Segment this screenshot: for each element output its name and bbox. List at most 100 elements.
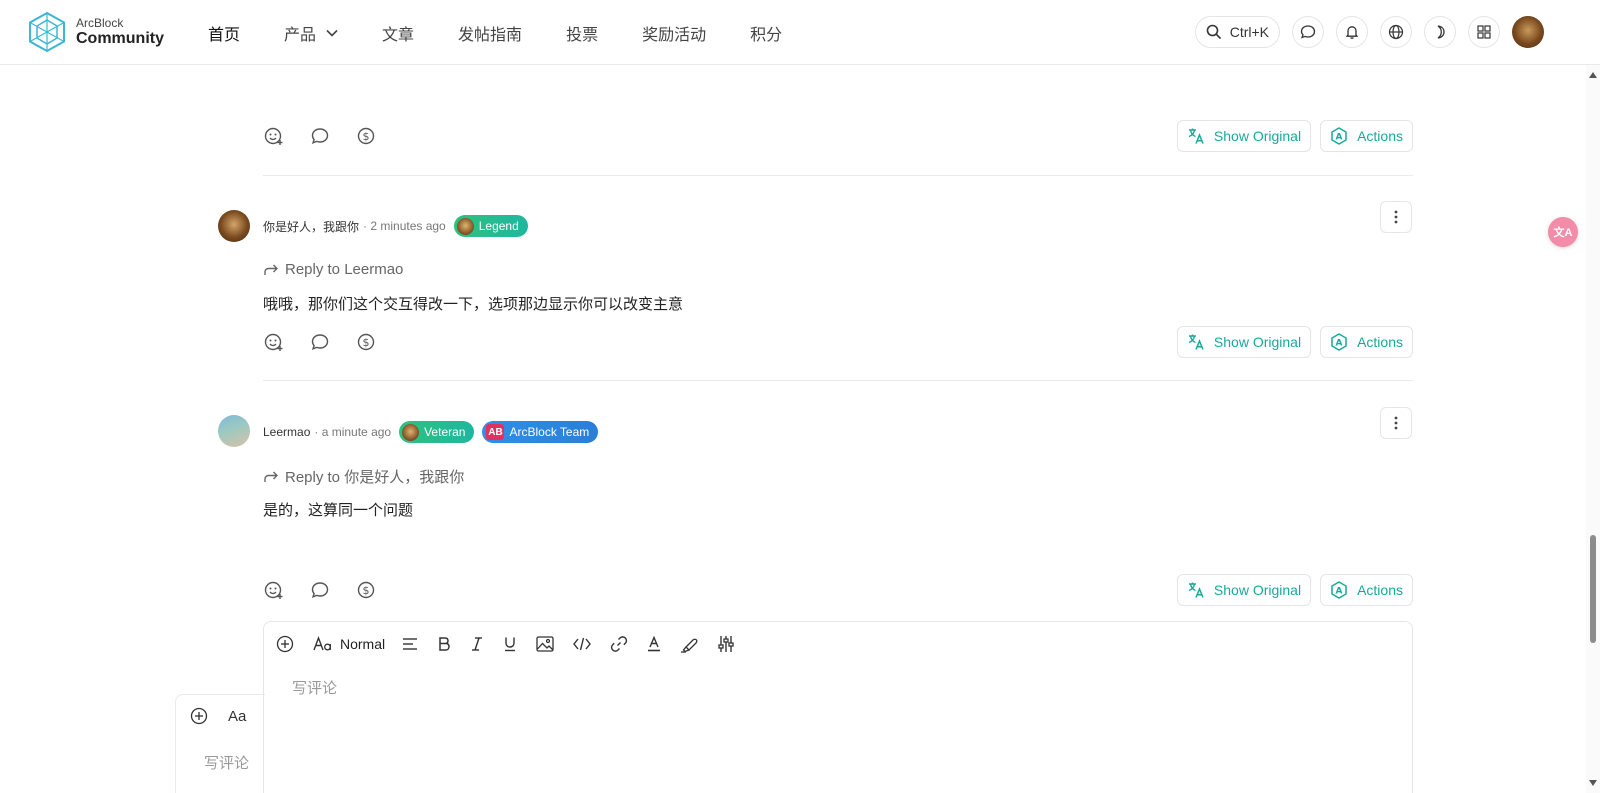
language-button[interactable] [1380,16,1412,48]
svg-text:$: $ [363,130,370,143]
ai-hexagon-icon: A [1331,127,1347,145]
comment-body: 哦哦，那你们这个交互得改一下，选项那边显示你可以改变主意 [263,296,684,313]
tip-dollar-icon[interactable]: $ [355,579,377,601]
italic-button[interactable] [470,632,484,656]
show-original-button[interactable]: Show Original [1176,574,1312,606]
comment-header: 你是好人，我跟你 · 2 minutes ago Legend [263,215,528,237]
actions-button[interactable]: A Actions [1320,574,1413,606]
show-original-label: Show Original [1213,128,1302,144]
add-reaction-icon[interactable] [263,331,285,353]
nav-item-voting[interactable]: 投票 [566,21,598,45]
notifications-button[interactable] [1336,16,1368,48]
code-button[interactable] [573,632,592,656]
insert-link-button[interactable] [610,632,628,656]
actions-label: Actions [1357,128,1403,144]
reply-to-label: Reply to 你是好人，我跟你 [285,469,465,486]
ai-hexagon-icon: A [1331,581,1347,599]
insert-button[interactable] [276,632,294,656]
text-style-button[interactable] [313,632,333,656]
arcblock-logo-icon [29,11,65,53]
apps-icon [1477,25,1491,39]
link-icon [611,636,628,652]
show-original-button[interactable]: Show Original [1176,326,1312,358]
top-header: ArcBlock Community 首页 产品 文章 发帖指南 投票 奖励活动… [0,0,1600,65]
site-logo[interactable]: ArcBlock Community [26,11,164,53]
messages-button[interactable] [1292,16,1324,48]
underline-button[interactable] [503,632,517,656]
actions-button[interactable]: A Actions [1320,120,1413,152]
reply-chat-icon[interactable] [309,125,331,147]
reply-arrow-icon [264,264,278,275]
nav-item-home[interactable]: 首页 [208,21,240,45]
comment-body: 是的，这算同一个问题 [263,502,414,519]
comment-author-avatar[interactable] [218,210,250,242]
comment-divider [263,380,1413,381]
nav-item-points[interactable]: 积分 [750,21,782,45]
bold-button[interactable] [437,632,451,656]
text-color-button[interactable] [647,632,661,656]
comment-editor-input[interactable]: 写评论 [292,677,337,698]
add-reaction-icon[interactable] [263,579,285,601]
reply-to-link[interactable]: Reply to Leermao [263,261,403,278]
editor-toolbar: Normal [264,622,1412,666]
background-editor-placeholder: 写评论 [204,755,250,772]
scroll-down-arrow-icon[interactable] [1589,780,1597,786]
highlight-button[interactable] [680,632,698,656]
reply-chat-icon[interactable] [309,579,331,601]
reply-to-link[interactable]: Reply to 你是好人，我跟你 [263,466,464,487]
align-button[interactable] [402,632,418,656]
background-editor-toolbar: Aa [190,707,246,725]
insert-image-button[interactable] [536,632,554,656]
tip-dollar-icon[interactable]: $ [355,331,377,353]
veteran-badge-icon [402,423,420,441]
scroll-up-arrow-icon[interactable] [1589,72,1597,78]
italic-icon [472,637,483,651]
globe-icon [1388,24,1404,40]
badge-label: Veteran [424,425,466,439]
format-settings-button[interactable] [717,632,735,656]
translate-floating-button[interactable]: 文A [1548,217,1578,247]
show-original-button[interactable]: Show Original [1176,120,1312,152]
search-icon [1206,24,1221,40]
user-avatar[interactable] [1512,16,1544,48]
comment-more-button[interactable] [1380,201,1412,233]
nav-item-label: 产品 [284,26,317,44]
paragraph-style-select[interactable]: Normal [340,632,385,656]
theme-toggle-button[interactable] [1424,16,1456,48]
comment-editor: Normal 写评论 [263,621,1413,793]
nav-item-rewards[interactable]: 奖励活动 [642,21,706,45]
font-size-icon [313,636,331,651]
reply-to-label: Reply to Leermao [285,261,404,278]
search-shortcut: Ctrl+K [1229,24,1269,40]
chevron-down-icon [326,29,338,37]
actions-label: Actions [1357,582,1403,598]
team-badge: AB ArcBlock Team [482,421,599,443]
logo-text: ArcBlock Community [76,16,164,48]
plus-circle-icon[interactable] [190,707,208,725]
svg-text:$: $ [363,584,370,597]
highlighter-icon [681,638,698,653]
translate-icon: 文A [1553,227,1573,239]
image-icon [536,636,554,652]
nav-item-articles[interactable]: 文章 [382,21,414,45]
apps-button[interactable] [1468,16,1500,48]
tip-dollar-icon[interactable]: $ [355,125,377,147]
scrollbar-thumb[interactable] [1590,535,1596,643]
comment-author-avatar[interactable] [218,415,250,447]
comment-author-name[interactable]: Leermao [263,425,310,439]
comment-more-button[interactable] [1380,407,1412,439]
badge-label: ArcBlock Team [509,425,590,439]
reply-chat-icon[interactable] [309,331,331,353]
search-button[interactable]: Ctrl+K [1194,16,1280,48]
nav-item-products[interactable]: 产品 [284,21,338,45]
bold-icon [439,637,450,651]
nav-item-posting-guide[interactable]: 发帖指南 [458,21,522,45]
comment-actions-row: $ Show Original A Actions [263,326,1413,358]
header-tools: Ctrl+K [1194,16,1544,48]
comment-author-name[interactable]: 你是好人，我跟你 [263,218,359,235]
actions-button[interactable]: A Actions [1320,326,1413,358]
add-reaction-icon[interactable] [263,125,285,147]
page-scrollbar[interactable] [1586,65,1600,793]
font-size-icon[interactable]: Aa [228,708,246,725]
translate-icon [1188,334,1204,350]
